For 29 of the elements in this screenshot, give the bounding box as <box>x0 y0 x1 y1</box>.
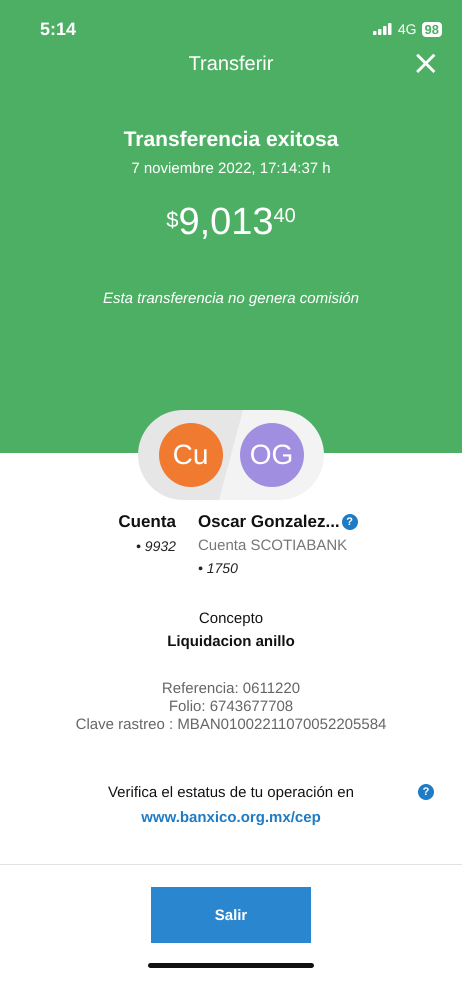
transfer-date: 7 noviembre 2022, 17:14:37 h <box>131 160 331 177</box>
help-icon[interactable]: ? <box>418 784 434 800</box>
screen-title: Transferir <box>188 52 274 76</box>
concept-value: Liquidacion anillo <box>167 633 295 650</box>
destination-bank: Cuenta SCOTIABANK <box>198 537 348 554</box>
concept-label: Concepto <box>198 610 264 627</box>
amount-cents: 40 <box>274 205 296 228</box>
origin-account: • 9932 <box>136 538 176 554</box>
network-label: 4G <box>398 21 417 37</box>
commission-note: Esta transferencia no genera comisión <box>103 290 359 307</box>
amount-value: 9,013 <box>178 201 274 244</box>
destination-name: Oscar Gonzalez... <box>198 512 340 532</box>
battery-indicator: 98 <box>422 22 442 36</box>
detail-line: Referencia: 0611220 <box>162 680 300 698</box>
origin-name: Cuenta <box>118 512 176 532</box>
success-title: Transferencia exitosa <box>124 128 338 152</box>
currency-symbol: $ <box>166 207 178 233</box>
signal-icon <box>372 23 393 35</box>
destination-avatar: OG <box>240 423 304 487</box>
exit-button[interactable]: Salir <box>151 887 311 943</box>
help-icon[interactable]: ? <box>342 514 358 530</box>
origin-avatar: Cu <box>158 423 222 487</box>
banxico-link[interactable]: www.banxico.org.mx/cep <box>141 809 321 826</box>
destination-account: • 1750 <box>198 560 238 576</box>
detail-line: Clave rastreo : MBAN01002211070052205584 <box>76 716 386 734</box>
detail-line: Folio: 6743677708 <box>168 698 294 716</box>
verify-text: Verifica el estatus de tu operación en <box>108 784 354 801</box>
close-button[interactable]: × <box>410 46 442 80</box>
status-time: 5:14 <box>40 18 76 40</box>
